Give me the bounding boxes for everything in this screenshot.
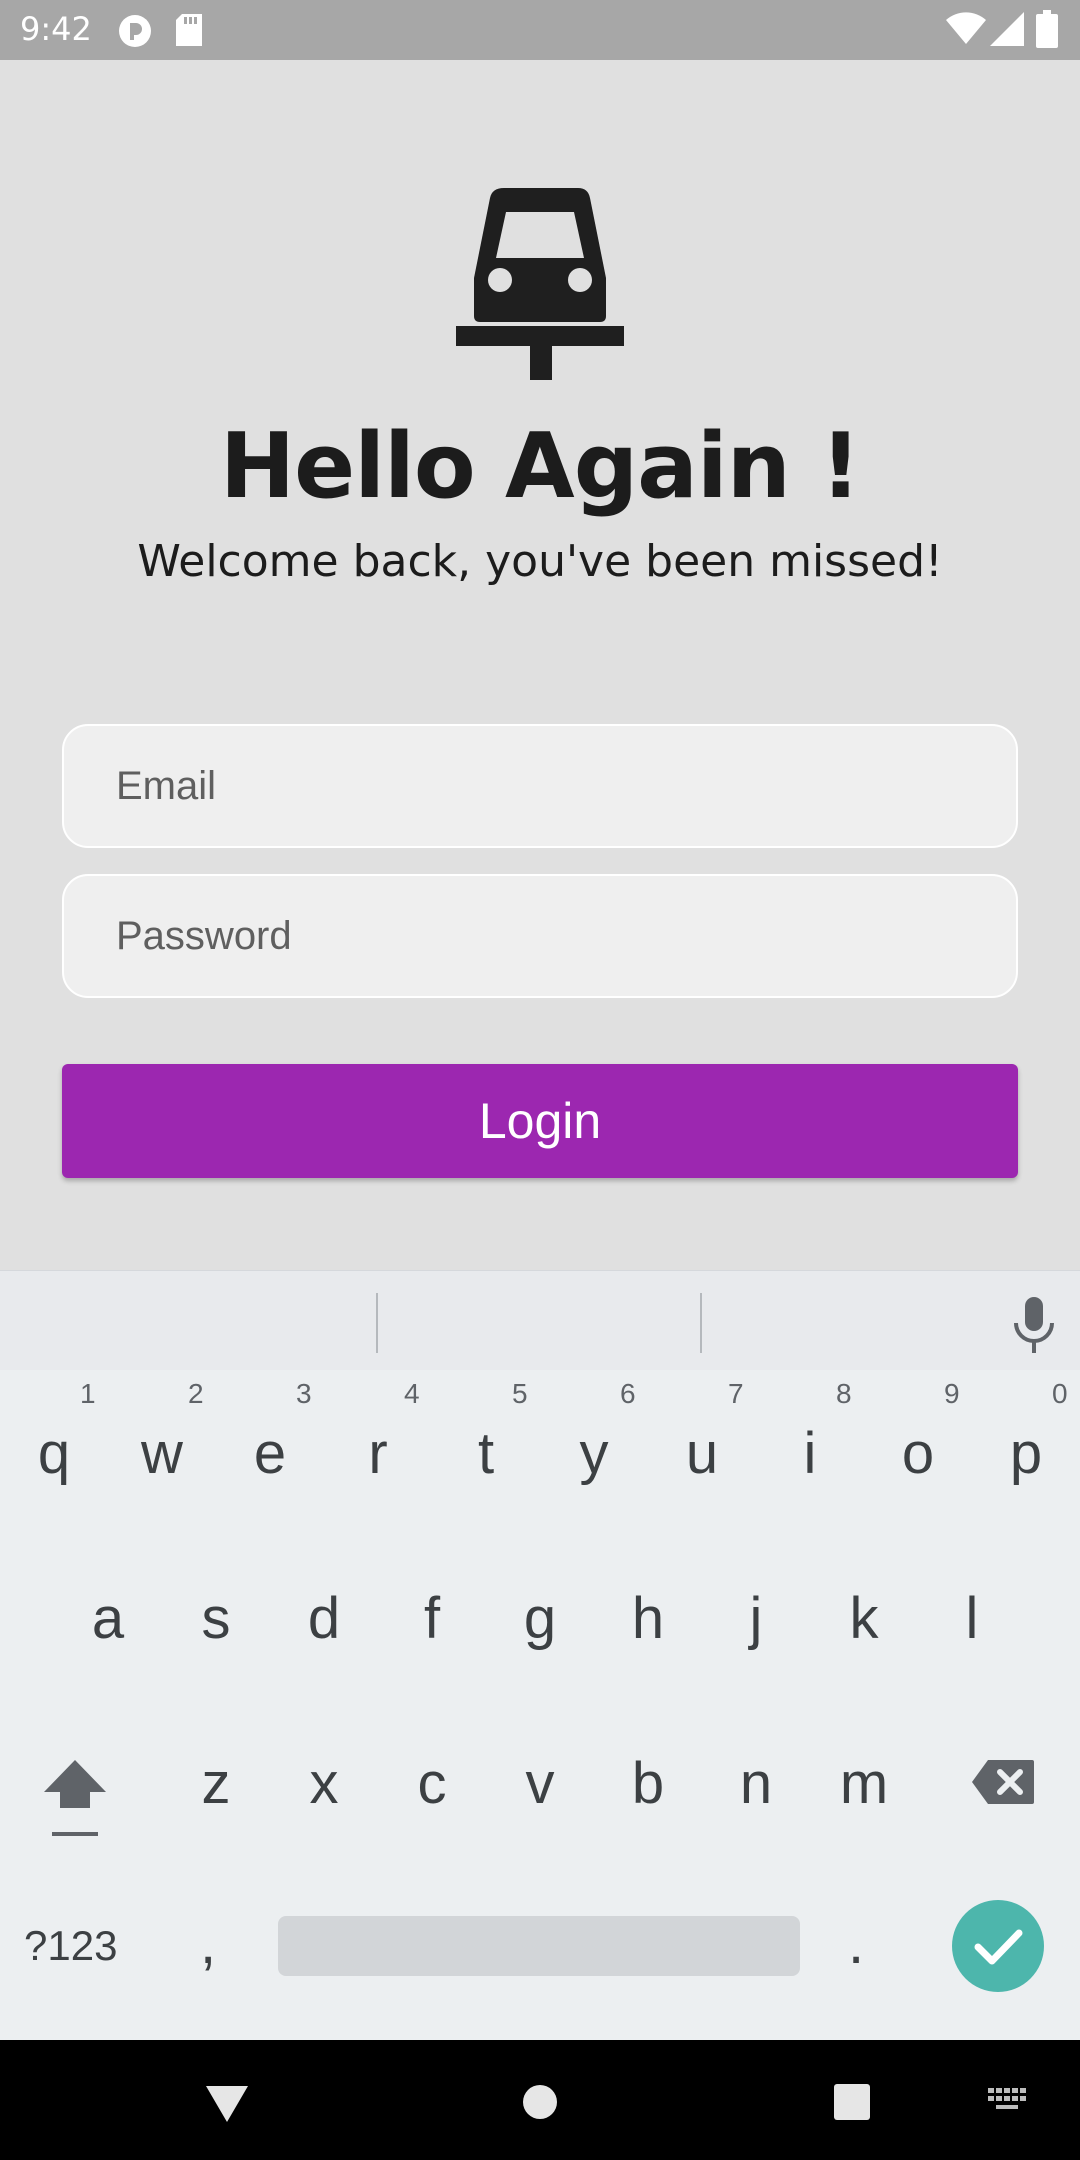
wifi-icon bbox=[946, 12, 986, 44]
car-icon bbox=[456, 188, 624, 380]
backspace-icon[interactable] bbox=[970, 1758, 1036, 1806]
key-e[interactable]: e3 bbox=[220, 1378, 320, 1487]
key-t[interactable]: t5 bbox=[436, 1378, 536, 1487]
status-bar: 9:42 bbox=[0, 0, 1080, 60]
key-label: e bbox=[253, 1421, 287, 1486]
key-label: t bbox=[477, 1421, 495, 1486]
battery-icon bbox=[1036, 10, 1058, 48]
key-o[interactable]: o9 bbox=[868, 1378, 968, 1487]
symbols-key[interactable]: ?123 bbox=[24, 1922, 117, 1970]
key-label: p bbox=[1009, 1421, 1043, 1486]
recents-icon[interactable] bbox=[834, 2084, 870, 2120]
password-field[interactable] bbox=[64, 876, 1016, 996]
key-hint: 6 bbox=[620, 1378, 636, 1409]
key-label: q bbox=[37, 1421, 71, 1486]
shift-key-icon[interactable] bbox=[40, 1756, 110, 1838]
key-s[interactable]: s bbox=[166, 1585, 266, 1652]
key-z[interactable]: z bbox=[166, 1750, 266, 1817]
key-u[interactable]: u7 bbox=[652, 1378, 752, 1487]
key-l[interactable]: l bbox=[922, 1585, 1022, 1652]
key-j[interactable]: j bbox=[706, 1585, 806, 1652]
key-n[interactable]: n bbox=[706, 1750, 806, 1817]
home-icon[interactable] bbox=[522, 2084, 558, 2120]
period-key[interactable]: . bbox=[848, 1910, 864, 1977]
key-a[interactable]: a bbox=[58, 1585, 158, 1652]
key-label: o bbox=[901, 1421, 935, 1486]
key-c[interactable]: c bbox=[382, 1750, 482, 1817]
key-hint: 8 bbox=[836, 1378, 852, 1409]
key-q[interactable]: q1 bbox=[4, 1378, 104, 1487]
soft-keyboard: q1 w2 e3 r4 t5 y6 u7 i8 o9 p0 a s d f g … bbox=[0, 1270, 1080, 2040]
page-title: Hello Again ! bbox=[219, 414, 861, 519]
key-label: r bbox=[368, 1421, 388, 1486]
key-hint: 4 bbox=[404, 1378, 420, 1409]
password-field-container bbox=[62, 874, 1018, 998]
status-time: 9:42 bbox=[20, 10, 92, 48]
suggestion-divider bbox=[376, 1293, 378, 1353]
navigation-bar bbox=[0, 2040, 1080, 2160]
back-icon[interactable] bbox=[204, 2084, 250, 2124]
microphone-icon[interactable] bbox=[1012, 1297, 1056, 1353]
enter-key[interactable] bbox=[952, 1900, 1044, 1992]
key-x[interactable]: x bbox=[274, 1750, 374, 1817]
email-field-container bbox=[62, 724, 1018, 848]
key-hint: 3 bbox=[296, 1378, 312, 1409]
comma-key[interactable]: , bbox=[200, 1910, 216, 1977]
suggestion-strip bbox=[0, 1270, 1080, 1370]
key-label: u bbox=[685, 1421, 719, 1486]
key-p[interactable]: p0 bbox=[976, 1378, 1076, 1487]
key-b[interactable]: b bbox=[598, 1750, 698, 1817]
page-subtitle: Welcome back, you've been missed! bbox=[137, 536, 943, 587]
pocket-icon bbox=[119, 15, 151, 47]
key-hint: 7 bbox=[728, 1378, 744, 1409]
key-m[interactable]: m bbox=[814, 1750, 914, 1817]
key-w[interactable]: w2 bbox=[112, 1378, 212, 1487]
key-v[interactable]: v bbox=[490, 1750, 590, 1817]
signal-icon bbox=[990, 12, 1024, 46]
checkmark-icon bbox=[974, 1929, 1023, 1965]
key-g[interactable]: g bbox=[490, 1585, 590, 1652]
key-label: y bbox=[579, 1421, 609, 1486]
key-h[interactable]: h bbox=[598, 1585, 698, 1652]
email-field[interactable] bbox=[64, 726, 1016, 846]
suggestion-divider bbox=[700, 1293, 702, 1353]
key-label: i bbox=[803, 1421, 817, 1486]
key-r[interactable]: r4 bbox=[328, 1378, 428, 1487]
key-hint: 1 bbox=[80, 1378, 96, 1409]
key-d[interactable]: d bbox=[274, 1585, 374, 1652]
keyboard-switch-icon[interactable] bbox=[988, 2088, 1028, 2114]
key-y[interactable]: y6 bbox=[544, 1378, 644, 1487]
key-k[interactable]: k bbox=[814, 1585, 914, 1652]
sd-card-icon bbox=[176, 14, 202, 46]
space-key[interactable] bbox=[278, 1916, 800, 1976]
login-button[interactable]: Login bbox=[62, 1064, 1018, 1178]
key-hint: 0 bbox=[1052, 1378, 1068, 1409]
key-f[interactable]: f bbox=[382, 1585, 482, 1652]
key-hint: 2 bbox=[188, 1378, 204, 1409]
key-hint: 5 bbox=[512, 1378, 528, 1409]
key-i[interactable]: i8 bbox=[760, 1378, 860, 1487]
key-hint: 9 bbox=[944, 1378, 960, 1409]
key-label: w bbox=[141, 1421, 183, 1486]
